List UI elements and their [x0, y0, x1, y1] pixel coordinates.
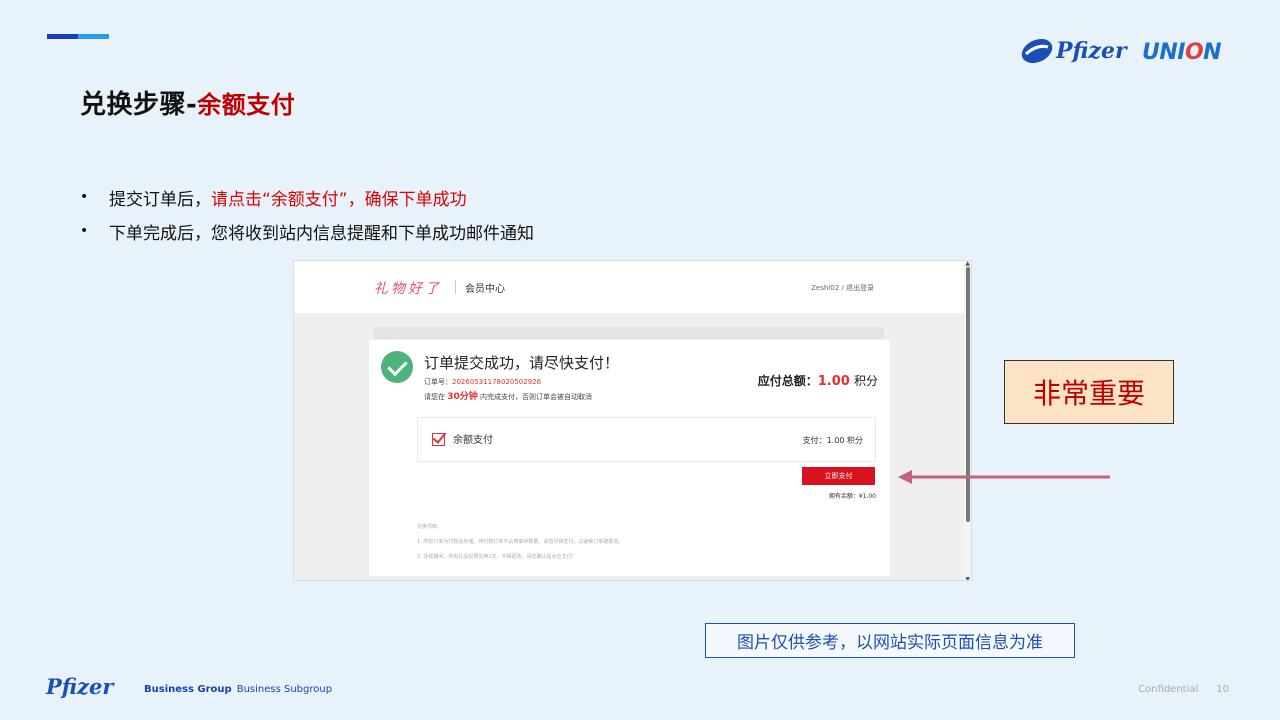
pfizer-pill-icon [1021, 38, 1053, 64]
success-title: 订单提交成功，请尽快支付！ [424, 354, 620, 372]
username-link[interactable]: Zeshi02 [811, 284, 839, 292]
pay-amount: 支付：1.00 积分 [802, 436, 863, 445]
account-balance: 拥有余额：¥1.00 [828, 493, 876, 500]
union-logo: UNION [1142, 40, 1222, 65]
payment-countdown: 请您在 30分钟 内完成支付，否则订单会被自动取消 [424, 392, 592, 402]
pfizer-logo: Pfizer [1020, 34, 1127, 68]
scrollbar[interactable]: ▲ ▼ [964, 261, 971, 580]
balance-payment-option[interactable]: 余额支付 支付：1.00 积分 [417, 417, 876, 462]
site-brand-logo[interactable]: 礼物好了 [374, 278, 442, 298]
scroll-up-icon[interactable]: ▲ [965, 261, 970, 267]
header-divider [455, 280, 456, 294]
slide-title-highlight: 余额支付 [197, 91, 296, 119]
slide-title: 兑换步骤-余额支付 [80, 90, 296, 120]
success-check-icon [381, 351, 413, 383]
site-header: 礼物好了 会员中心 Zeshi02 / 退出登录 [294, 261, 966, 313]
exchange-notes: 兑换须知: 1. 所有订单为付款后存储，待付款订单不占用库存数量，请您尽快支付，… [417, 524, 624, 560]
logout-link[interactable]: 退出登录 [846, 284, 874, 292]
bullet-highlight: 请点击“余额支付”，确保下单成功 [211, 189, 467, 210]
pay-now-button[interactable]: 立即支付 [802, 467, 875, 485]
pay-method-label: 余额支付 [453, 435, 493, 446]
page-number: 10 [1216, 684, 1229, 695]
bullet-item: • 下单完成后，您将收到站内信息提醒和下单成功邮件通知 [80, 223, 534, 244]
order-number: 订单号：20260531178020502926 [424, 378, 542, 386]
confidential-label: Confidential [1138, 684, 1199, 695]
footer-meta: Confidential 10 [1138, 684, 1229, 695]
member-center-link[interactable]: 会员中心 [465, 280, 505, 295]
checkbox-checked-icon[interactable] [432, 433, 445, 446]
reference-disclaimer: 图片仅供参考，以网站实际页面信息为准 [705, 623, 1075, 658]
important-callout: 非常重要 [1004, 360, 1174, 424]
footer-pfizer-logo: Pfizer [46, 674, 114, 699]
card-top-strip [374, 327, 884, 339]
order-screenshot: 礼物好了 会员中心 Zeshi02 / 退出登录 ▲ ▼ 订单提交成功，请尽快支… [293, 260, 972, 581]
bullet-dot: • [80, 189, 89, 205]
bullet-item: • 提交订单后， 请点击“余额支付”，确保下单成功 [80, 180, 534, 214]
footer-business-group: Business Group Business Subgroup [144, 684, 333, 695]
accent-bar [47, 34, 109, 39]
bullet-dot: • [80, 223, 89, 239]
scroll-down-icon[interactable]: ▼ [965, 576, 970, 580]
total-amount: 应付总额：1.00 积分 [757, 374, 878, 389]
user-links: Zeshi02 / 退出登录 [811, 284, 874, 292]
order-card: 订单提交成功，请尽快支付！ 订单号：20260531178020502926 请… [369, 340, 890, 576]
bullet-list: • 提交订单后， 请点击“余额支付”，确保下单成功 • 下单完成后，您将收到站内信… [80, 180, 534, 248]
pointer-arrow-icon [898, 470, 1110, 484]
